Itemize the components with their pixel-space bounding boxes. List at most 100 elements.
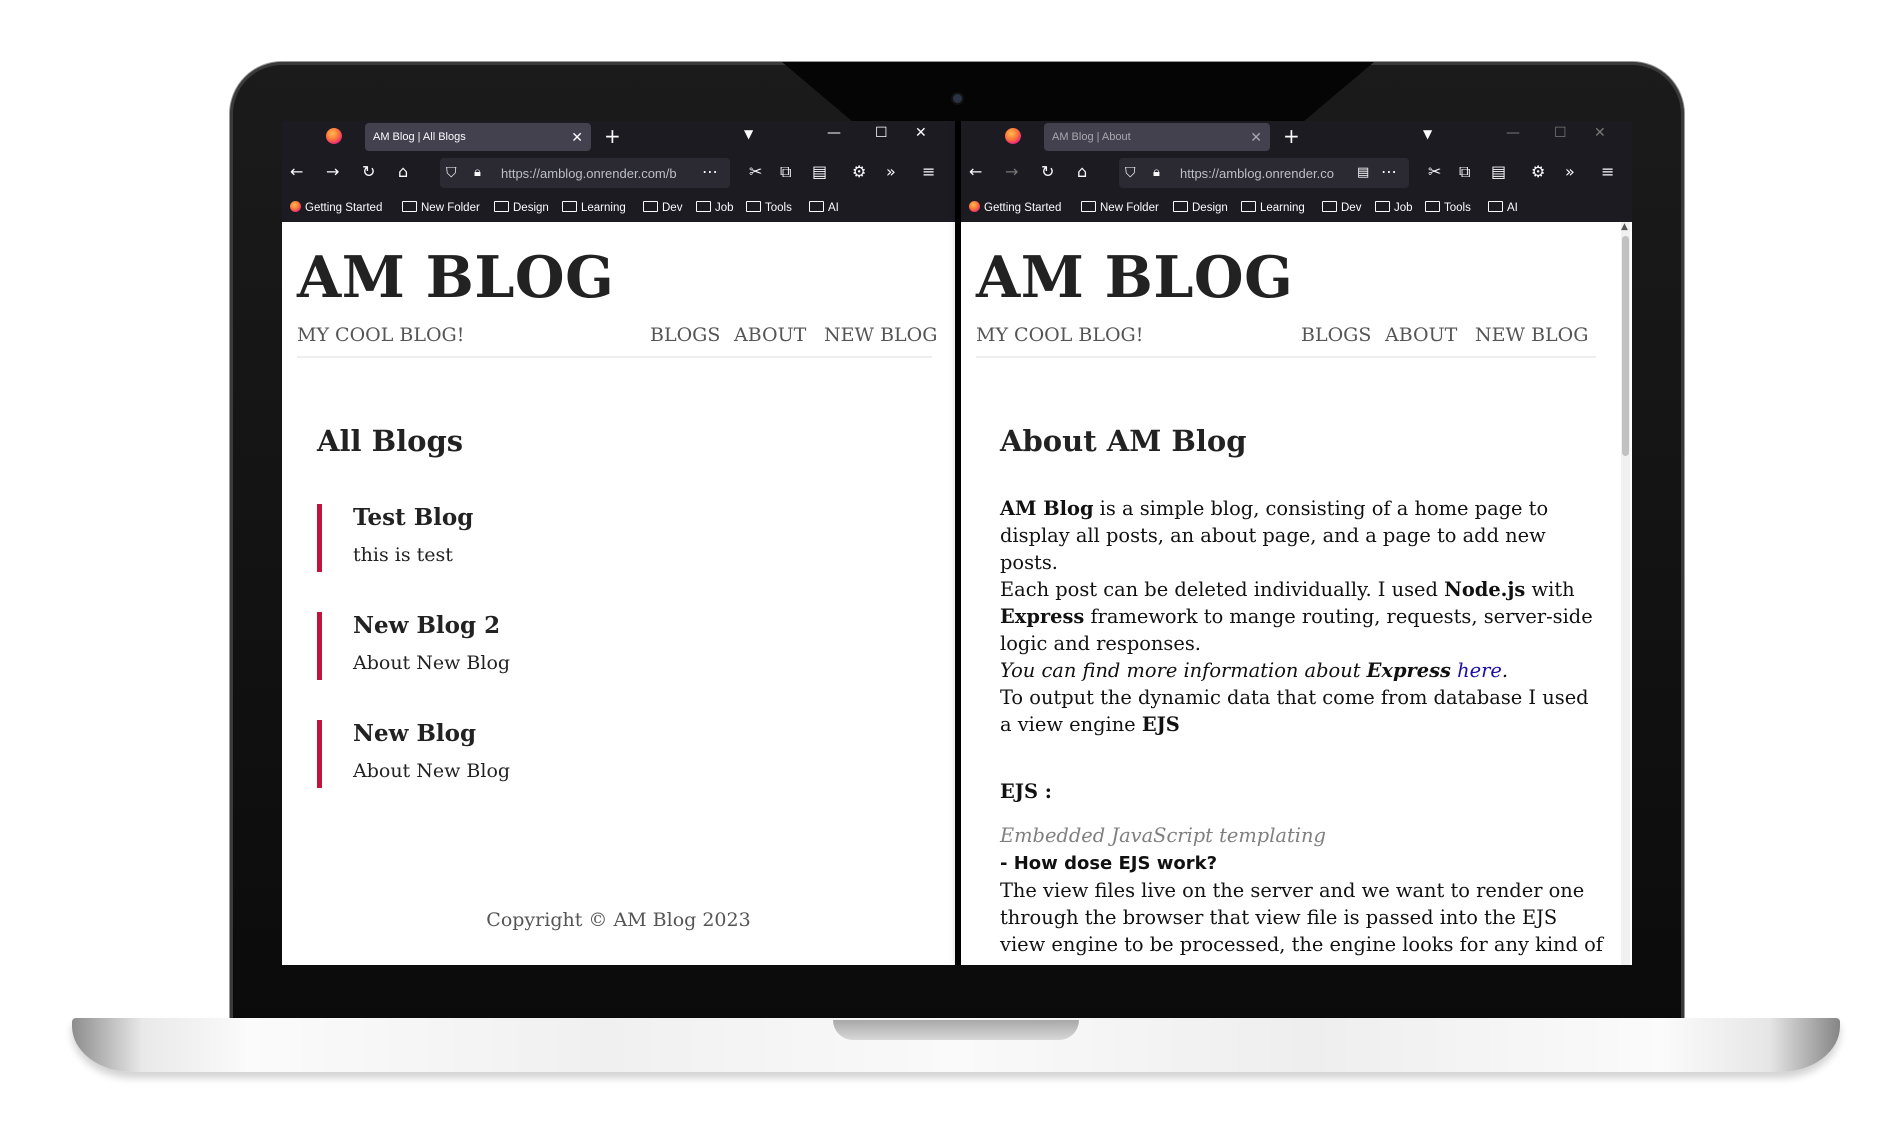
- post-snippet: About New Blog: [353, 760, 511, 782]
- nav-link-blogs[interactable]: BLOGS: [1301, 324, 1371, 346]
- reload-icon[interactable]: ↻: [1041, 163, 1054, 181]
- new-tab-button[interactable]: +: [1283, 123, 1300, 149]
- more-icon[interactable]: ⋯: [702, 163, 718, 181]
- maximize-icon[interactable]: ☐: [1554, 125, 1567, 141]
- bookmark-folder[interactable]: New Folder: [1081, 200, 1159, 214]
- nav-toolbar: ← → ↻ ⌂ ⛉ 🔒︎ https://amblog.onrender.com…: [282, 153, 955, 193]
- menu-icon[interactable]: ≡: [922, 163, 935, 181]
- nav-toolbar: ← → ↻ ⌂ ⛉ 🔒︎ https://amblog.onrender.co …: [961, 153, 1632, 193]
- bookmark-folder[interactable]: Learning: [562, 200, 626, 214]
- bookmark-folder[interactable]: Learning: [1241, 200, 1305, 214]
- tab-about[interactable]: AM Blog | About ✕: [1044, 123, 1270, 151]
- home-icon[interactable]: ⌂: [398, 163, 408, 181]
- home-icon[interactable]: ⌂: [1077, 163, 1087, 181]
- extensions-icon[interactable]: ⚙: [852, 163, 866, 181]
- text: framework to mange routing, requests, se…: [1000, 605, 1593, 655]
- scrollbar-thumb[interactable]: [1622, 236, 1629, 456]
- bookmark-folder[interactable]: Tools: [746, 200, 792, 214]
- forward-icon[interactable]: →: [326, 163, 339, 181]
- scrollbar[interactable]: ▲: [1621, 222, 1630, 965]
- browser-chrome: AM Blog | About ✕ + ▼ — ☐ ✕ ← → ↻ ⌂ ⛉ 🔒︎…: [961, 121, 1632, 222]
- bookmark-folder[interactable]: Job: [1375, 200, 1413, 214]
- reload-icon[interactable]: ↻: [362, 163, 375, 181]
- chevron-down-icon[interactable]: ▼: [1423, 127, 1432, 141]
- shield-icon[interactable]: ⛉: [1125, 164, 1136, 182]
- url-bar[interactable]: ⛉ 🔒︎ https://amblog.onrender.co ▤ ⋯: [1119, 158, 1409, 188]
- extensions-icon[interactable]: ⚙: [1531, 163, 1545, 181]
- paste-icon[interactable]: ▤: [1491, 163, 1506, 181]
- post-title[interactable]: New Blog: [353, 720, 476, 747]
- lock-icon[interactable]: 🔒︎: [474, 164, 481, 182]
- bookmark-folder[interactable]: Dev: [1322, 200, 1361, 214]
- bookmark-folder[interactable]: New Folder: [402, 200, 480, 214]
- bookmark-label: New Folder: [421, 202, 480, 214]
- overflow-icon[interactable]: »: [886, 163, 896, 181]
- nav-link-new-blog[interactable]: NEW BLOG: [824, 324, 937, 346]
- minimize-icon[interactable]: —: [1506, 125, 1520, 141]
- nav-link-new-blog[interactable]: NEW BLOG: [1475, 324, 1588, 346]
- nav-link-about[interactable]: ABOUT: [1385, 324, 1457, 346]
- copy-icon[interactable]: ⧉: [1459, 163, 1470, 181]
- bookmark-label: Design: [513, 202, 549, 214]
- overflow-icon[interactable]: »: [1565, 163, 1575, 181]
- bookmark-folder[interactable]: AI: [809, 200, 839, 214]
- forward-icon[interactable]: →: [1005, 163, 1018, 181]
- bold-italic-text: Express: [1366, 659, 1451, 682]
- laptop-notch: [782, 62, 1374, 122]
- bold-text: Node.js: [1444, 578, 1526, 601]
- site-tagline: MY COOL BLOG!: [297, 324, 465, 346]
- firefox-icon[interactable]: [326, 128, 342, 144]
- bookmark-getting-started[interactable]: Getting Started: [290, 200, 382, 214]
- close-icon[interactable]: ✕: [1250, 123, 1262, 151]
- menu-icon[interactable]: ≡: [1601, 163, 1614, 181]
- firefox-icon: [290, 201, 301, 212]
- minimize-icon[interactable]: —: [827, 125, 841, 141]
- ejs-subtitle: Embedded JavaScript templating: [1000, 824, 1326, 847]
- chevron-down-icon[interactable]: ▼: [744, 127, 753, 141]
- close-icon[interactable]: ✕: [571, 123, 583, 151]
- bookmark-getting-started[interactable]: Getting Started: [969, 200, 1061, 214]
- lock-icon[interactable]: 🔒︎: [1153, 164, 1160, 182]
- bookmark-folder[interactable]: Design: [1173, 200, 1228, 214]
- folder-icon: [1488, 201, 1503, 212]
- post-item[interactable]: New Blog 2 About New Blog: [317, 612, 822, 680]
- back-icon[interactable]: ←: [290, 163, 303, 181]
- scroll-up-icon[interactable]: ▲: [1621, 222, 1628, 232]
- ejs-body: The view files live on the server and we…: [1000, 879, 1603, 956]
- cut-icon[interactable]: ✂: [749, 163, 762, 181]
- folder-icon: [402, 201, 417, 212]
- more-icon[interactable]: ⋯: [1381, 163, 1397, 181]
- copy-icon[interactable]: ⧉: [780, 163, 791, 181]
- firefox-icon[interactable]: [1005, 128, 1021, 144]
- post-title[interactable]: New Blog 2: [353, 612, 500, 639]
- post-title[interactable]: Test Blog: [353, 504, 473, 531]
- window-close-icon[interactable]: ✕: [915, 125, 927, 141]
- url-bar[interactable]: ⛉ 🔒︎ https://amblog.onrender.com/b ⋯: [440, 158, 730, 188]
- post-item[interactable]: New Blog About New Blog: [317, 720, 822, 788]
- url-text[interactable]: https://amblog.onrender.co: [1180, 166, 1350, 181]
- reader-view-icon[interactable]: ▤: [1357, 164, 1369, 182]
- window-close-icon[interactable]: ✕: [1594, 125, 1606, 141]
- bookmark-folder[interactable]: Job: [696, 200, 734, 214]
- new-tab-button[interactable]: +: [604, 123, 621, 149]
- site-title[interactable]: AM BLOG: [976, 244, 1293, 311]
- bookmarks-bar: Getting Started New Folder Design Learni…: [961, 193, 1632, 222]
- site-title[interactable]: AM BLOG: [297, 244, 614, 311]
- browser-chrome: AM Blog | All Blogs ✕ + ▼ — ☐ ✕ ← → ↻ ⌂ …: [282, 121, 955, 222]
- maximize-icon[interactable]: ☐: [875, 125, 888, 141]
- paste-icon[interactable]: ▤: [812, 163, 827, 181]
- cut-icon[interactable]: ✂: [1428, 163, 1441, 181]
- bookmark-folder[interactable]: Design: [494, 200, 549, 214]
- back-icon[interactable]: ←: [969, 163, 982, 181]
- nav-link-about[interactable]: ABOUT: [734, 324, 806, 346]
- url-text[interactable]: https://amblog.onrender.com/b: [501, 166, 691, 181]
- bookmark-folder[interactable]: Dev: [643, 200, 682, 214]
- shield-icon[interactable]: ⛉: [446, 164, 457, 182]
- bookmark-folder[interactable]: Tools: [1425, 200, 1471, 214]
- bookmark-label: New Folder: [1100, 202, 1159, 214]
- express-link[interactable]: here: [1457, 659, 1502, 682]
- nav-link-blogs[interactable]: BLOGS: [650, 324, 720, 346]
- tab-all-blogs[interactable]: AM Blog | All Blogs ✕: [365, 123, 591, 151]
- bookmark-folder[interactable]: AI: [1488, 200, 1518, 214]
- post-item[interactable]: Test Blog this is test: [317, 504, 822, 572]
